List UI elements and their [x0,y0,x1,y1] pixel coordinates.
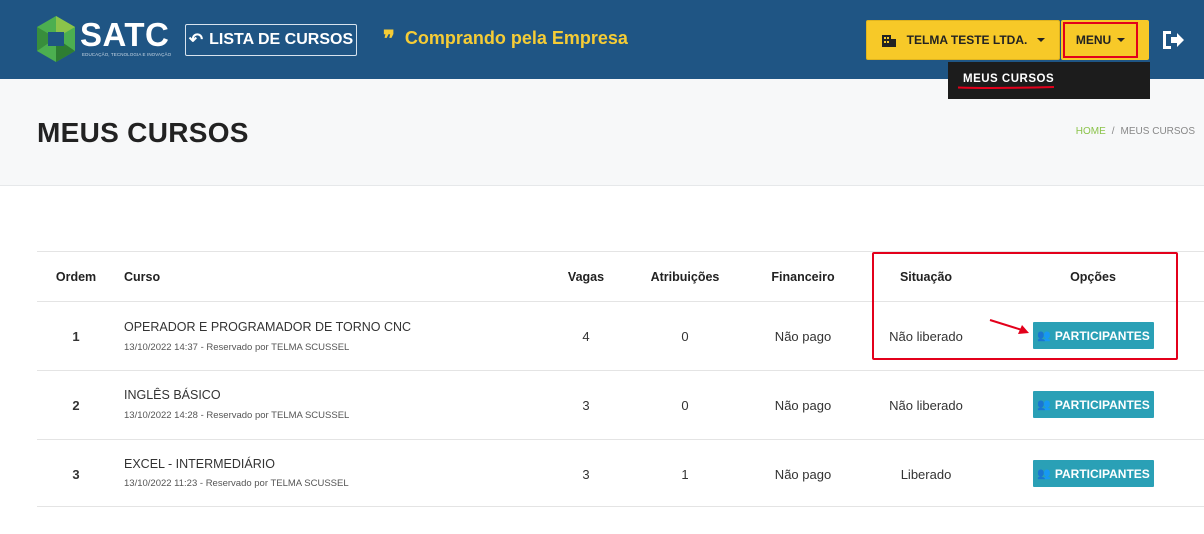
row-course-name: EXCEL - INTERMEDIÁRIO [124,457,275,471]
annotation-underline [958,86,1054,89]
row-vagas: 3 [582,398,590,413]
col-header-ordem: Ordem [55,270,97,284]
table-row: 3 EXCEL - INTERMEDIÁRIO 13/10/2022 11:23… [37,439,1204,507]
col-header-atribuicoes: Atribuições [650,270,720,284]
building-icon [881,34,896,47]
row-atribuicoes: 0 [681,329,689,344]
quote-icon: ❞ [383,25,395,52]
buying-as-company-indicator: ❞ Comprando pela Empresa [383,25,628,52]
row-course-meta: 13/10/2022 11:23 - Reservado por TELMA S… [124,478,349,489]
row-course-meta: 13/10/2022 14:37 - Reservado por TELMA S… [124,342,350,353]
col-header-financeiro: Financeiro [771,270,835,284]
users-icon: 👥 [1037,399,1051,411]
participantes-button[interactable]: 👥 PARTICIPANTES [1033,460,1154,487]
menu-item-meus-cursos[interactable]: MEUS CURSOS [963,73,1054,85]
menu-button[interactable]: MENU [1063,22,1138,58]
participantes-button[interactable]: 👥 PARTICIPANTES [1033,391,1154,418]
row-course-name: OPERADOR E PROGRAMADOR DE TORNO CNC [124,320,412,334]
logo-text: SATC [80,16,170,53]
row-vagas: 3 [582,467,590,482]
chevron-down-icon [1037,38,1046,42]
row-course-name: INGLÊS BÁSICO [124,388,221,402]
breadcrumb-separator: / [1111,126,1115,137]
logo-subtitle: EDUCAÇÃO, TECNOLOGIA E INOVAÇÃO [82,52,172,57]
satc-logo[interactable]: SATC EDUCAÇÃO, TECNOLOGIA E INOVAÇÃO [34,14,174,64]
buying-text: Comprando pela Empresa [404,28,628,48]
row-situacao: Liberado [900,467,952,482]
participantes-label: PARTICIPANTES [1054,466,1150,481]
company-label: TELMA TESTE LTDA. [906,33,1028,47]
lista-de-cursos-label: LISTA DE CURSOS [209,31,354,48]
row-situacao: Não liberado [889,398,963,413]
col-header-curso: Curso [124,270,161,284]
breadcrumb: HOME / MEUS CURSOS [1076,126,1195,137]
row-financeiro: Não pago [774,329,832,344]
participantes-label: PARTICIPANTES [1054,397,1150,412]
breadcrumb-current: MEUS CURSOS [1120,126,1195,137]
page-title: MEUS CURSOS [37,117,249,148]
row-vagas: 4 [582,329,590,344]
menu-dropdown: MEUS CURSOS [948,62,1150,99]
users-icon: 👥 [1037,468,1051,480]
annotation-arrow-icon [989,319,1029,334]
satc-logo-mark-icon [37,16,75,62]
breadcrumb-home[interactable]: HOME [1076,126,1106,137]
row-financeiro: Não pago [774,398,832,413]
row-course-meta: 13/10/2022 14:28 - Reservado por TELMA S… [124,410,350,421]
row-financeiro: Não pago [774,467,832,482]
logout-icon[interactable] [1160,28,1186,52]
row-ordem: 2 [72,398,80,413]
row-ordem: 3 [72,467,80,482]
row-ordem: 1 [72,329,80,344]
company-dropdown-button[interactable]: TELMA TESTE LTDA. [866,20,1060,60]
row-atribuicoes: 0 [681,398,689,413]
lista-de-cursos-button[interactable]: ↶ LISTA DE CURSOS [185,24,357,56]
row-atribuicoes: 1 [681,467,689,482]
col-header-vagas: Vagas [567,270,605,284]
table-row: 2 INGLÊS BÁSICO 13/10/2022 14:28 - Reser… [37,370,1204,439]
annotation-highlight-box [872,252,1178,360]
back-arrow-icon: ↶ [188,30,204,49]
menu-label: MENU [1075,33,1112,47]
chevron-down-icon [1117,38,1126,42]
